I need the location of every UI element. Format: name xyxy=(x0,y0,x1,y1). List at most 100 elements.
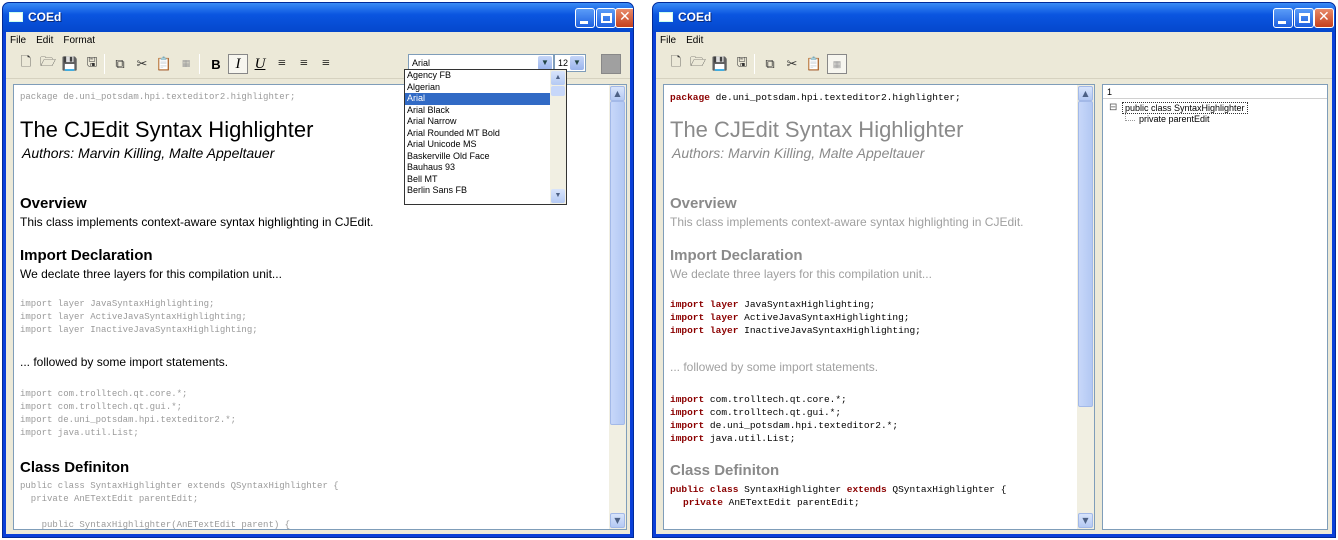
scroll-thumb[interactable] xyxy=(1078,101,1093,407)
scroll-up-icon[interactable]: ▲ xyxy=(551,71,565,85)
font-option[interactable]: Bauhaus 93 xyxy=(405,162,566,174)
class-name: SyntaxHighlighter xyxy=(738,484,847,495)
scroll-up-icon[interactable]: ▲ xyxy=(1078,86,1093,101)
title-bar[interactable]: COEd ✕ xyxy=(653,3,1335,32)
font-option[interactable]: Bell MT xyxy=(405,174,566,186)
followed-text: ... followed by some import statements. xyxy=(20,355,229,369)
doc-title: The CJEdit Syntax Highlighter xyxy=(670,117,964,142)
font-option[interactable]: Arial Rounded MT Bold xyxy=(405,128,566,140)
package-name: de.uni_potsdam.hpi.texteditor2.highlight… xyxy=(709,92,961,103)
save-as-icon[interactable]: 🖫 xyxy=(84,55,100,72)
keyword: import xyxy=(670,420,705,431)
vertical-scrollbar[interactable]: ▲ ▼ xyxy=(1077,85,1094,529)
tree-node-class[interactable]: public class SyntaxHighlighter xyxy=(1122,102,1248,114)
copy-icon[interactable]: ⧉ xyxy=(112,56,128,72)
text-editor[interactable]: package de.uni_potsdam.hpi.texteditor2.h… xyxy=(663,84,1095,530)
menu-file[interactable]: File xyxy=(660,35,676,46)
text-color-button[interactable] xyxy=(601,54,621,74)
font-option[interactable]: Agency FB xyxy=(405,70,566,82)
font-dropdown-list[interactable]: Agency FB Algerian Arial Arial Black Ari… xyxy=(404,69,567,205)
menu-file[interactable]: File xyxy=(10,35,26,46)
minimize-button[interactable] xyxy=(575,8,595,28)
font-option[interactable]: Arial Black xyxy=(405,105,566,117)
outline-tree[interactable]: 1 ⊟ public class SyntaxHighlighter priva… xyxy=(1102,84,1328,530)
import-text: We declate three layers for this compila… xyxy=(670,267,932,281)
save-icon[interactable]: 💾 xyxy=(712,56,728,72)
minimize-button[interactable] xyxy=(1273,8,1293,28)
title-bar[interactable]: COEd ✕ xyxy=(3,3,633,32)
code-line: import com.trolltech.qt.core.*; xyxy=(670,393,847,406)
tree-node-field[interactable]: private parentEdit xyxy=(1139,114,1210,124)
scroll-down-icon[interactable]: ▼ xyxy=(610,513,625,528)
copy-icon[interactable]: ⧉ xyxy=(762,56,778,72)
open-folder-icon[interactable]: 🗁 xyxy=(690,55,706,72)
scroll-down-icon[interactable]: ▼ xyxy=(1078,513,1093,528)
scroll-thumb[interactable] xyxy=(551,86,565,96)
new-file-icon[interactable]: 🗋 xyxy=(18,55,34,72)
code-line: public SyntaxHighlighter(AnETextEdit par… xyxy=(20,520,291,530)
scroll-down-icon[interactable]: ▼ xyxy=(551,189,565,203)
field-rest: AnETextEdit parentEdit; xyxy=(722,497,860,508)
font-option[interactable]: Arial Narrow xyxy=(405,116,566,128)
open-folder-icon[interactable]: 🗁 xyxy=(40,55,56,72)
close-button[interactable]: ✕ xyxy=(615,8,633,28)
import-heading: Import Declaration xyxy=(670,247,803,264)
keyword: import xyxy=(670,394,705,405)
save-as-icon[interactable]: 🖫 xyxy=(734,55,750,72)
followed-text: ... followed by some import statements. xyxy=(670,360,879,374)
paste-icon[interactable]: 📋 xyxy=(806,56,822,72)
scroll-thumb[interactable] xyxy=(610,101,625,425)
underline-button[interactable]: U xyxy=(250,54,270,74)
menu-edit[interactable]: Edit xyxy=(686,35,703,46)
keyword: import xyxy=(670,299,705,310)
overview-heading: Overview xyxy=(20,195,87,212)
import-text: We declate three layers for this compila… xyxy=(20,267,282,281)
menu-format[interactable]: Format xyxy=(63,35,95,46)
text-block-icon[interactable]: ▦ xyxy=(827,54,847,74)
layer-name: InactiveJavaSyntaxHighlighting; xyxy=(738,325,921,336)
tree-header[interactable]: 1 xyxy=(1103,85,1327,99)
code-line: import layer JavaSyntaxHighlighting; xyxy=(670,298,875,311)
new-file-icon[interactable]: 🗋 xyxy=(668,55,684,72)
font-option[interactable]: Arial Unicode MS xyxy=(405,139,566,151)
code-line: import layer ActiveJavaSyntaxHighlightin… xyxy=(670,311,909,324)
font-option[interactable]: Baskerville Old Face xyxy=(405,151,566,163)
scroll-up-icon[interactable]: ▲ xyxy=(610,86,625,101)
layer-name: JavaSyntaxHighlighting; xyxy=(738,299,876,310)
maximize-button[interactable] xyxy=(1294,8,1314,28)
keyword: import xyxy=(670,433,705,444)
font-family-value: Arial xyxy=(412,58,431,68)
align-center-icon[interactable]: ≡ xyxy=(294,54,314,74)
menu-bar: File Edit Format xyxy=(6,32,630,49)
code-line: import com.trolltech.qt.core.*; xyxy=(20,389,188,399)
paste-icon[interactable]: 📋 xyxy=(156,56,172,72)
font-option-selected[interactable]: Arial xyxy=(405,93,566,105)
package-line: package de.uni_potsdam.hpi.texteditor2.h… xyxy=(20,92,296,102)
toolbar: 🗋 🗁 💾 🖫 ⧉ ✂ 📋 ▦ xyxy=(656,49,1332,79)
cut-icon[interactable]: ✂ xyxy=(134,56,150,72)
save-icon[interactable]: 💾 xyxy=(62,56,78,72)
collapse-icon[interactable]: ⊟ xyxy=(1109,102,1117,113)
cut-icon[interactable]: ✂ xyxy=(784,56,800,72)
align-left-icon[interactable]: ≡ xyxy=(272,54,292,74)
code-line: import de.uni_potsdam.hpi.texteditor2.*; xyxy=(670,419,898,432)
chevron-down-icon[interactable]: ▼ xyxy=(538,56,552,70)
italic-button[interactable]: I xyxy=(228,54,248,74)
layer-name: ActiveJavaSyntaxHighlighting; xyxy=(738,312,910,323)
class-heading: Class Definiton xyxy=(670,462,780,479)
doc-title: The CJEdit Syntax Highlighter xyxy=(20,117,314,142)
maximize-button[interactable] xyxy=(596,8,616,28)
keyword: private xyxy=(683,497,723,508)
vertical-scrollbar[interactable]: ▲ ▼ xyxy=(609,85,626,529)
menu-edit[interactable]: Edit xyxy=(36,35,53,46)
overview-heading: Overview xyxy=(670,195,737,212)
align-right-icon[interactable]: ≡ xyxy=(316,54,336,74)
font-option[interactable]: Algerian xyxy=(405,82,566,94)
dropdown-scrollbar[interactable]: ▲ ▼ xyxy=(550,70,566,204)
font-option[interactable]: Berlin Sans FB xyxy=(405,185,566,197)
close-button[interactable]: ✕ xyxy=(1314,8,1334,28)
bold-button[interactable]: B xyxy=(206,54,226,74)
chevron-down-icon[interactable]: ▼ xyxy=(570,56,584,70)
text-block-icon[interactable]: ▦ xyxy=(178,56,194,72)
class-heading: Class Definiton xyxy=(20,459,130,476)
